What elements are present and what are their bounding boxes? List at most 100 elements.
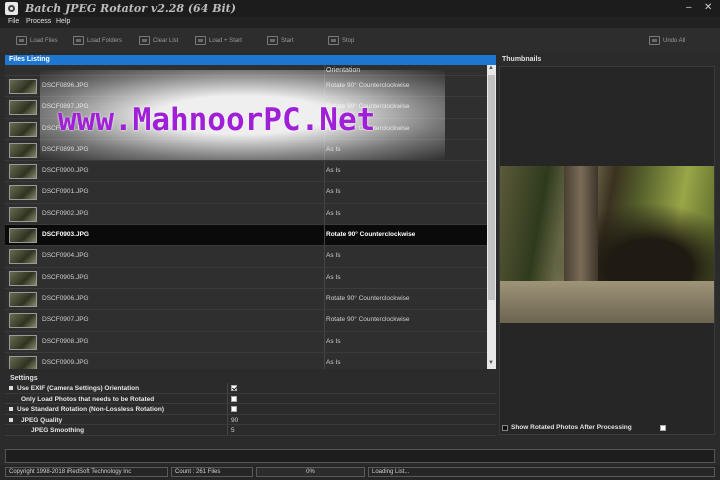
file-thumbnail (9, 313, 37, 329)
clear-list-button[interactable]: Clear List (139, 34, 178, 47)
file-row[interactable]: DSCF0905.JPG As Is (5, 267, 487, 289)
file-thumbnail (9, 185, 37, 201)
file-row[interactable]: DSCF0907.JPG Rotate 90° Counterclockwise (5, 310, 487, 332)
file-row[interactable]: DSCF0903.JPG Rotate 90° Counterclockwise (5, 225, 487, 247)
file-orientation: As Is (326, 273, 341, 281)
settings-title: Settings (10, 375, 38, 382)
column-divider (324, 246, 325, 267)
jpeg-quality-value[interactable]: 90 (231, 417, 238, 424)
file-thumbnail (9, 334, 37, 350)
file-thumbnail (9, 100, 37, 116)
play-icon (267, 36, 278, 45)
file-name: DSCF0907.JPG (42, 316, 89, 324)
scroll-up-icon[interactable]: ▲ (488, 65, 494, 71)
setting-bullet (9, 417, 13, 422)
status-bar: Copyright 1998-2018 iRedSoft Technology … (0, 465, 720, 480)
start-button[interactable]: Start (267, 34, 294, 47)
use-exif-label: Use EXIF (Camera Settings) Orientation (17, 385, 140, 392)
column-divider (324, 331, 325, 352)
window-title: Batch JPEG Rotator v2.28 (64 Bit) (25, 2, 236, 15)
undo-all-button[interactable]: Undo All (649, 34, 685, 47)
status-progress: 0% (256, 467, 365, 477)
file-row[interactable]: DSCF0906.JPG Rotate 90° Counterclockwise (5, 288, 487, 311)
file-orientation: As Is (326, 252, 341, 260)
file-name: DSCF0900.JPG (42, 167, 89, 175)
start-label: Start (281, 37, 294, 44)
watermark-text: www.MahnoorPC.Net (58, 102, 376, 138)
menu-bar: File Process Help (0, 17, 720, 28)
load-files-icon (16, 36, 27, 45)
show-rotated-bullet (502, 424, 508, 431)
only-load-checkbox[interactable] (231, 395, 237, 402)
load-folders-label: Load Folders (87, 37, 123, 44)
column-divider (324, 288, 325, 310)
stop-button[interactable]: Stop (328, 34, 354, 47)
setting-use-standard: Use Standard Rotation (Non-Lossless Rota… (5, 404, 496, 415)
file-thumbnail (9, 206, 37, 222)
setting-divider (227, 425, 228, 435)
column-divider (324, 225, 325, 246)
file-name: DSCF0903.JPG (42, 231, 89, 239)
file-thumbnail (9, 79, 37, 94)
file-name: DSCF0902.JPG (42, 209, 89, 217)
jpeg-smoothing-value[interactable]: 5 (231, 427, 235, 434)
load-start-button[interactable]: Load + Start (195, 34, 242, 47)
load-start-label: Load + Start (209, 37, 242, 44)
minimize-button[interactable]: – (686, 3, 692, 13)
use-standard-checkbox[interactable] (231, 406, 237, 413)
file-row[interactable]: DSCF0908.JPG As Is (5, 331, 487, 353)
column-divider (324, 267, 325, 288)
setting-bullet (9, 407, 13, 412)
scrollbar-thumb[interactable] (488, 75, 495, 300)
file-name: DSCF0901.JPG (42, 188, 89, 196)
file-name: DSCF0908.JPG (42, 337, 89, 345)
use-exif-checkbox[interactable] (231, 385, 237, 391)
load-files-label: Load Files (30, 37, 58, 44)
file-orientation: As Is (326, 188, 341, 196)
menu-file[interactable]: File (8, 18, 19, 25)
file-orientation: Rotate 90° Counterclockwise (326, 231, 416, 239)
menu-process[interactable]: Process (26, 18, 51, 25)
show-rotated-checkbox[interactable] (659, 424, 666, 431)
stop-label: Stop (342, 37, 355, 44)
menu-help[interactable]: Help (56, 18, 70, 25)
vertical-scrollbar[interactable]: ▲ ▼ (487, 65, 496, 369)
photo-rock (500, 281, 714, 323)
file-orientation: Rotate 90° Counterclockwise (326, 316, 410, 324)
close-button[interactable]: ✕ (704, 3, 712, 13)
thumbnails-title: Thumbnails (502, 56, 542, 63)
undo-icon (649, 36, 660, 45)
column-divider (324, 161, 325, 182)
clear-list-icon (139, 36, 150, 45)
file-thumbnail (9, 142, 37, 158)
load-start-icon (195, 36, 206, 45)
show-rotated-option: Show Rotated Photos After Processing (502, 424, 666, 431)
jpeg-smoothing-label: JPEG Smoothing (31, 427, 85, 435)
setting-divider (227, 414, 228, 425)
toolbar: Load Files Load Folders Clear List Load … (0, 28, 720, 52)
file-orientation: As Is (326, 358, 341, 366)
file-thumbnail (9, 121, 37, 137)
file-thumbnail (9, 164, 37, 180)
status-count: Count : 261 Files (171, 467, 253, 477)
load-folders-button[interactable]: Load Folders (73, 34, 122, 47)
column-divider (324, 352, 325, 369)
file-thumbnail (9, 249, 37, 265)
setting-divider (227, 404, 228, 414)
file-row[interactable]: DSCF0900.JPG As Is (5, 161, 487, 183)
file-name: DSCF0905.JPG (42, 273, 89, 281)
app-icon (5, 2, 18, 15)
only-load-label: Only Load Photos that needs to be Rotate… (21, 395, 155, 403)
file-row[interactable]: DSCF0904.JPG As Is (5, 246, 487, 268)
scroll-down-icon[interactable]: ▼ (488, 360, 494, 366)
status-message: Loading List... (368, 467, 715, 477)
column-divider (324, 203, 325, 225)
file-thumbnail (9, 228, 37, 244)
file-row[interactable]: DSCF0909.JPG As Is (5, 352, 487, 369)
show-rotated-label: Show Rotated Photos After Processing (511, 424, 632, 431)
file-row[interactable]: DSCF0902.JPG As Is (5, 203, 487, 226)
file-row[interactable]: DSCF0901.JPG As Is (5, 182, 487, 204)
jpeg-quality-label: JPEG Quality (21, 416, 63, 424)
load-folders-icon (73, 36, 84, 45)
load-files-button[interactable]: Load Files (16, 34, 58, 47)
